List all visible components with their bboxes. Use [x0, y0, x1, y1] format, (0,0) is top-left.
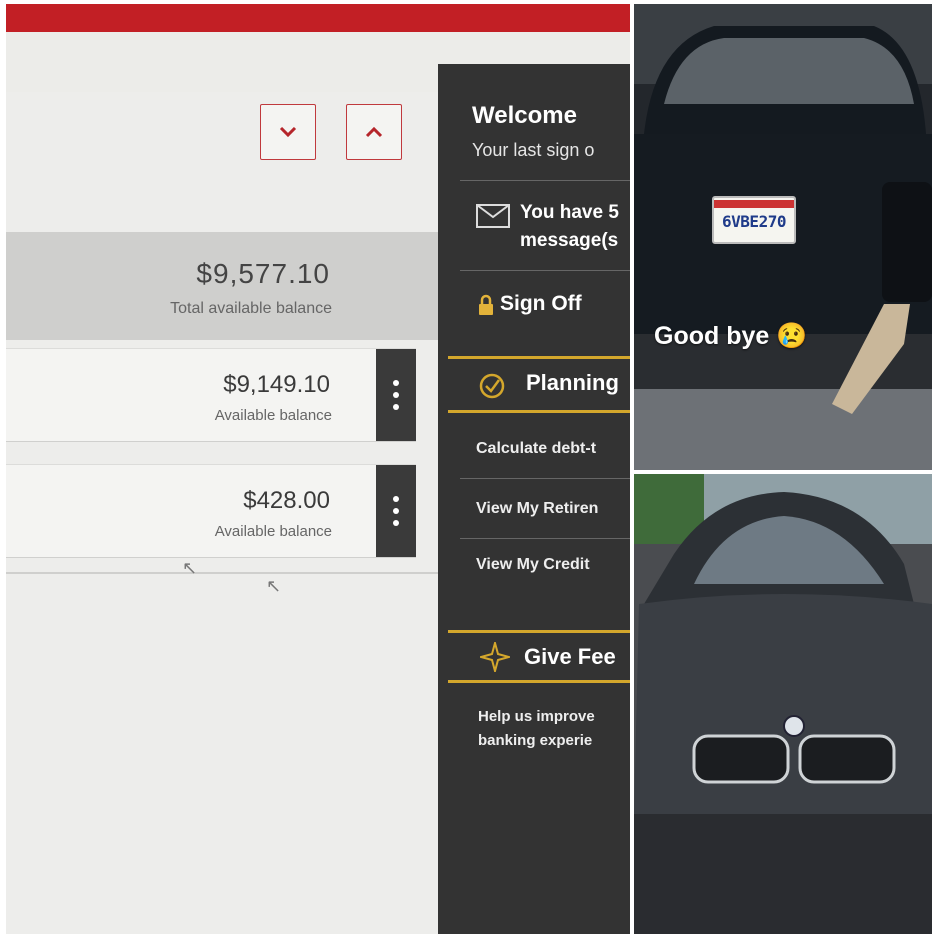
new-car-photo: [634, 474, 932, 934]
compass-star-icon: [480, 642, 510, 672]
total-balance-amount: $9,577.10: [196, 258, 330, 289]
planning-link-debt[interactable]: Calculate debt-t: [476, 440, 596, 458]
scroll-up-button[interactable]: [346, 104, 402, 160]
gold-separator: [448, 680, 630, 683]
sign-off-text: Sign Off: [500, 292, 582, 315]
sidebar-separator: [460, 180, 630, 181]
kebab-dot: [393, 392, 399, 398]
kebab-dot: [393, 508, 399, 514]
account-balance-label: Available balance: [214, 407, 332, 424]
chevron-up-icon: [365, 126, 383, 138]
gold-separator: [448, 630, 630, 633]
license-plate-text: 6VBE270: [722, 212, 786, 231]
scroll-down-button[interactable]: [260, 104, 316, 160]
kebab-menu-icon: [393, 496, 399, 502]
mouse-cursor-icon: ↖: [266, 576, 282, 596]
plate-state-stripe: [714, 200, 794, 208]
account-balance-amount: $9,149.10: [223, 371, 330, 398]
account-balance-label: Available balance: [214, 523, 332, 540]
envelope-icon: [476, 204, 510, 228]
total-balance-label: Total available balance: [170, 300, 332, 317]
account-menu-button[interactable]: [376, 349, 416, 441]
chevron-down-icon: [279, 126, 297, 138]
kebab-menu-icon: [393, 380, 399, 386]
account-sidebar: Welcome Your last sign o You have 5 mess…: [438, 64, 630, 934]
mouse-cursor-icon: ↖: [182, 558, 198, 578]
accounts-panel: $9,577.10 Total available balance $9,149…: [6, 92, 446, 934]
total-balance-row: $9,577.10 Total available balance: [6, 232, 438, 340]
gold-separator: [448, 410, 630, 413]
planning-heading: Planning: [526, 370, 619, 395]
account-balance-amount: $428.00: [243, 487, 330, 514]
lock-icon: [479, 294, 493, 315]
last-sign-in-text: Your last sign o: [472, 140, 595, 160]
feedback-text-line2: banking experie: [478, 732, 593, 749]
new-car-illustration: [634, 474, 932, 934]
account-card[interactable]: $9,149.10 Available balance: [6, 348, 416, 442]
kebab-dot: [393, 404, 399, 410]
old-car-photo: 6VBE270 Good bye 😢: [634, 4, 932, 470]
welcome-title: Welcome: [472, 102, 577, 129]
banking-screen-photo: $9,577.10 Total available balance $9,149…: [6, 4, 630, 934]
account-menu-button[interactable]: [376, 465, 416, 557]
feedback-heading: Give Fee: [524, 644, 616, 669]
check-circle-icon: [479, 373, 505, 399]
panel-divider: [6, 572, 446, 574]
account-card[interactable]: $428.00 Available balance: [6, 464, 416, 558]
sidebar-separator: [460, 478, 630, 479]
sidebar-separator: [460, 538, 630, 539]
license-plate: 6VBE270: [712, 196, 796, 244]
kebab-dot: [393, 520, 399, 526]
planning-link-credit[interactable]: View My Credit: [476, 556, 590, 574]
sidebar-separator: [460, 270, 630, 271]
messages-text-line1: You have 5: [520, 202, 619, 223]
messages-text-line2: message(s: [520, 230, 619, 251]
gold-separator: [448, 356, 630, 359]
feedback-text-line1: Help us improve: [478, 708, 595, 725]
photo-caption: Good bye 😢: [654, 322, 808, 350]
planning-link-retirement[interactable]: View My Retiren: [476, 500, 598, 518]
